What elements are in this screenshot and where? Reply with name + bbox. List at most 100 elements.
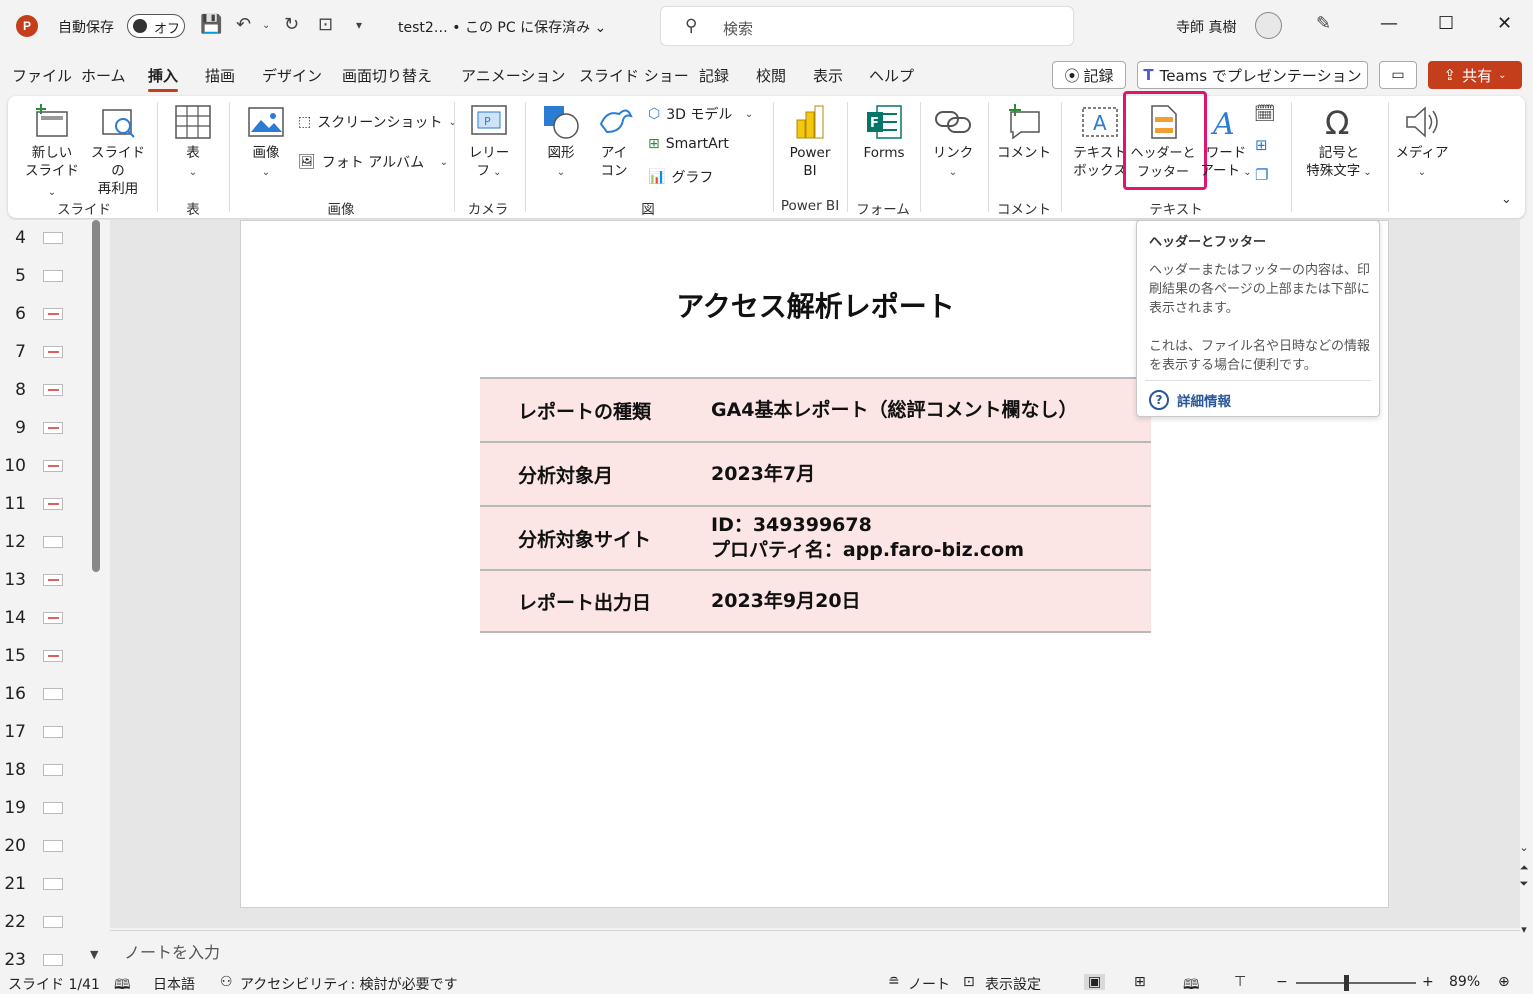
- record-button[interactable]: ⦿ 記録: [1052, 61, 1126, 89]
- customize-qat-icon[interactable]: ▾: [356, 18, 362, 32]
- notes-toggle[interactable]: ノート: [908, 974, 950, 994]
- ribbon-collapse-icon[interactable]: ⌄: [1501, 192, 1512, 207]
- display-settings-icon[interactable]: ⊡: [963, 974, 975, 990]
- shapes-button[interactable]: 図形 ⌄: [536, 104, 586, 182]
- thumbnail-slide-5[interactable]: 5: [0, 258, 90, 296]
- thumbnail-slide-9[interactable]: 9: [0, 410, 90, 448]
- thumbnail-slide-20[interactable]: 20: [0, 828, 90, 866]
- wordart-button[interactable]: A ワード アート ⌄: [1198, 104, 1254, 182]
- scroll-up-icon[interactable]: ⌄: [1515, 840, 1533, 856]
- report-table[interactable]: レポートの種類 GA4基本レポート（総評コメント欄なし） 分析対象月 2023年…: [480, 377, 1151, 633]
- thumbnail-slide-23[interactable]: 23: [0, 942, 90, 968]
- tab-design[interactable]: デザイン: [262, 65, 322, 86]
- images-button[interactable]: 画像 ⌄: [240, 104, 292, 182]
- autosave-toggle[interactable]: オフ: [127, 14, 185, 38]
- link-button[interactable]: リンク ⌄: [928, 104, 978, 182]
- reading-view-icon[interactable]: 🕮: [1183, 974, 1200, 994]
- tooltip-more-info-link[interactable]: ? 詳細情報: [1149, 390, 1231, 410]
- next-slide-icon[interactable]: ⏷: [1515, 876, 1533, 892]
- share-button[interactable]: ⇪ 共有 ⌄: [1428, 61, 1522, 89]
- display-settings[interactable]: 表示設定: [985, 974, 1041, 994]
- media-button[interactable]: メディア ⌄: [1394, 104, 1450, 182]
- date-time-icon[interactable]: 🗓: [1254, 104, 1276, 124]
- save-icon[interactable]: 💾: [200, 14, 222, 35]
- cameo-button[interactable]: P レリー フ ⌄: [460, 104, 518, 182]
- tab-slideshow[interactable]: スライド ショー: [579, 65, 689, 86]
- zoom-slider-track[interactable]: [1296, 982, 1416, 984]
- teams-present-button[interactable]: T Teams でプレゼンテーション: [1137, 61, 1368, 89]
- tab-record[interactable]: 記録: [699, 65, 729, 86]
- thumbnail-slide-11[interactable]: 11: [0, 486, 90, 524]
- thumbnail-slide-22[interactable]: 22: [0, 904, 90, 942]
- normal-view-icon[interactable]: ▣: [1084, 974, 1106, 990]
- table-button[interactable]: 表 ⌄: [166, 104, 220, 182]
- icons-button[interactable]: アイ コン: [590, 104, 638, 180]
- comment-button[interactable]: コメント: [994, 104, 1054, 162]
- notes-pane[interactable]: ノートを入力: [110, 930, 1520, 966]
- fit-to-window-icon[interactable]: ⊕: [1498, 974, 1510, 990]
- chart-button[interactable]: 📊 グラフ: [648, 167, 713, 187]
- thumbnail-slide-6[interactable]: 6: [0, 296, 90, 334]
- zoom-out-icon[interactable]: −: [1276, 974, 1288, 990]
- thumbnail-slide-18[interactable]: 18: [0, 752, 90, 790]
- avatar[interactable]: [1255, 12, 1282, 39]
- scroll-down-icon[interactable]: ▼: [90, 948, 98, 961]
- document-title[interactable]: test2… • この PC に保存済み ⌄: [398, 17, 606, 37]
- screenshot-button[interactable]: ⬚ スクリーンショット ⌄: [298, 112, 457, 132]
- thumbnails-scrollbar[interactable]: [92, 220, 100, 572]
- tab-help[interactable]: ヘルプ: [869, 65, 914, 86]
- thumbnail-slide-8[interactable]: 8: [0, 372, 90, 410]
- reuse-slides-button[interactable]: スライドの 再利用: [86, 104, 150, 198]
- zoom-level[interactable]: 89%: [1449, 974, 1480, 990]
- tab-insert[interactable]: 挿入: [148, 65, 179, 92]
- object-icon[interactable]: ❐: [1255, 166, 1268, 184]
- accessibility-icon[interactable]: ⚇: [220, 974, 233, 990]
- maximize-icon[interactable]: ☐: [1438, 13, 1454, 34]
- accessibility-status[interactable]: アクセシビリティ: 検討が必要です: [240, 974, 458, 994]
- thumbnail-slide-19[interactable]: 19: [0, 790, 90, 828]
- tab-review[interactable]: 校閲: [756, 65, 786, 86]
- thumbnail-slide-16[interactable]: 16: [0, 676, 90, 714]
- thumbnail-slide-13[interactable]: 13: [0, 562, 90, 600]
- 3d-models-button[interactable]: ⬡ 3D モデル ⌄: [648, 104, 753, 124]
- tab-transitions[interactable]: 画面切り替え: [342, 65, 432, 86]
- tab-animations[interactable]: アニメーション: [461, 65, 565, 86]
- close-icon[interactable]: ✕: [1497, 13, 1512, 34]
- tab-file[interactable]: ファイル: [12, 65, 72, 86]
- redo-icon[interactable]: ↻: [284, 14, 299, 35]
- zoom-slider-thumb[interactable]: [1344, 975, 1349, 991]
- thumbnail-slide-4[interactable]: 4: [0, 220, 90, 258]
- spell-check-icon[interactable]: 🕮: [114, 974, 131, 994]
- thumbnail-slide-14[interactable]: 14: [0, 600, 90, 638]
- search-box[interactable]: ⚲ 検索: [660, 6, 1074, 46]
- photo-album-button[interactable]: 🖼 フォト アルバム ⌄: [298, 152, 448, 172]
- minimize-icon[interactable]: —: [1380, 13, 1398, 34]
- smartart-button[interactable]: ⊞ SmartArt: [648, 136, 729, 152]
- user-name[interactable]: 寺師 真樹: [1176, 17, 1236, 37]
- slide-number-icon[interactable]: ⊞: [1255, 136, 1268, 154]
- powerbi-button[interactable]: Power BI: [780, 104, 840, 180]
- previous-slide-icon[interactable]: ⏶: [1515, 860, 1533, 876]
- thumbnail-slide-21[interactable]: 21: [0, 866, 90, 904]
- new-slide-button[interactable]: 新しい スライド ⌄: [20, 104, 84, 202]
- forms-button[interactable]: F Forms: [854, 104, 914, 162]
- thumbnail-slide-15[interactable]: 15: [0, 638, 90, 676]
- language-indicator[interactable]: 日本語: [153, 974, 195, 994]
- present-icon[interactable]: ⊡: [318, 14, 333, 35]
- undo-icon[interactable]: ↶: [236, 14, 251, 35]
- undo-dropdown-icon[interactable]: ⌄: [262, 20, 270, 31]
- slideshow-view-icon[interactable]: ⊤: [1234, 974, 1246, 990]
- tab-home[interactable]: ホーム: [81, 65, 126, 86]
- tab-view[interactable]: 表示: [813, 65, 843, 86]
- thumbnail-slide-12[interactable]: 12: [0, 524, 90, 562]
- tab-draw[interactable]: 描画: [205, 65, 235, 86]
- thumbnail-slide-7[interactable]: 7: [0, 334, 90, 372]
- zoom-in-icon[interactable]: +: [1422, 974, 1434, 990]
- designer-pen-icon[interactable]: ✎: [1316, 13, 1331, 34]
- symbols-button[interactable]: Ω 記号と 特殊文字 ⌄: [1298, 104, 1380, 182]
- notes-toggle-icon[interactable]: ≘: [888, 974, 900, 990]
- thumbnail-slide-17[interactable]: 17: [0, 714, 90, 752]
- thumbnail-slide-10[interactable]: 10: [0, 448, 90, 486]
- slide-sorter-icon[interactable]: ⊞: [1134, 974, 1146, 990]
- comments-pane-button[interactable]: ▭: [1379, 61, 1417, 89]
